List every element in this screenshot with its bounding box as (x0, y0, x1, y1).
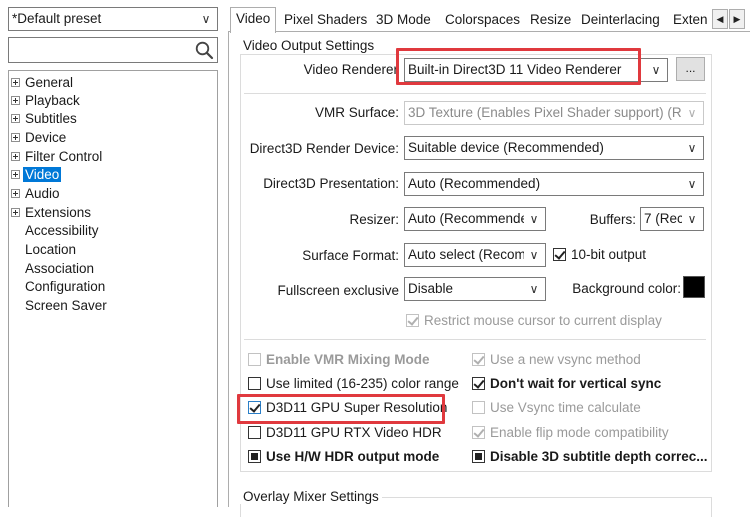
surface-format-dropdown[interactable]: Auto select (Recomi ∨ (404, 243, 546, 267)
super-resolution-highlight (237, 394, 445, 424)
plus-expander-icon[interactable] (11, 170, 20, 179)
tree-item-playback[interactable]: Playback (11, 92, 82, 110)
settings-tree[interactable]: General Playback Subtitles Device Filter… (8, 70, 218, 507)
overlay-mixer-group-title: Overlay Mixer Settings (240, 489, 382, 504)
chevron-down-icon: ∨ (529, 282, 539, 296)
scroll-right-icon[interactable]: ▶ (729, 9, 745, 29)
checkbox-indeterminate-icon (472, 450, 485, 463)
buffers-label: Buffers: (589, 212, 636, 227)
checkbox-indeterminate-icon (248, 450, 261, 463)
checkbox-icon (472, 401, 485, 414)
chevron-down-icon: ∨ (529, 248, 539, 262)
disable-3d-subtitle-checkbox[interactable]: Disable 3D subtitle depth correc... (472, 448, 708, 466)
video-renderer-label: Video Renderer (303, 62, 398, 77)
d3d-device-label: Direct3D Render Device: (249, 141, 399, 156)
vsync-calc-checkbox[interactable]: Use Vsync time calculate (472, 399, 641, 417)
tree-item-audio[interactable]: Audio (11, 185, 62, 203)
buffers-value: 7 (Reco (644, 211, 682, 226)
tab-colorspaces[interactable]: Colorspaces (440, 9, 525, 32)
tree-item-location[interactable]: Location (23, 241, 78, 259)
plus-expander-icon[interactable] (11, 96, 20, 105)
tree-item-extensions[interactable]: Extensions (11, 204, 93, 222)
hw-hdr-checkbox[interactable]: Use H/W HDR output mode (248, 448, 439, 466)
tree-item-screen-saver[interactable]: Screen Saver (23, 297, 109, 315)
background-color-swatch[interactable] (683, 276, 705, 298)
renderer-settings-button[interactable]: ... (676, 57, 705, 81)
d3d-presentation-label: Direct3D Presentation: (263, 176, 399, 191)
rtx-hdr-checkbox[interactable]: D3D11 GPU RTX Video HDR (248, 424, 442, 442)
plus-expander-icon[interactable] (11, 189, 20, 198)
d3d-device-value: Suitable device (Recommended) (408, 140, 604, 155)
tree-item-video[interactable]: Video (11, 166, 62, 184)
tab-pixel-shaders[interactable]: Pixel Shaders (279, 9, 372, 32)
fullscreen-exclusive-value: Disable (408, 281, 454, 296)
tab-extensions[interactable]: Exten (668, 9, 710, 32)
tab-resize[interactable]: Resize (525, 9, 576, 32)
tenbit-output-checkbox[interactable]: 10-bit output (553, 246, 646, 264)
search-input[interactable] (8, 37, 218, 63)
chevron-down-icon: ∨ (201, 12, 211, 26)
plus-expander-icon[interactable] (11, 152, 20, 161)
plus-expander-icon[interactable] (11, 133, 20, 142)
chevron-down-icon: ∨ (687, 106, 697, 120)
limited-range-checkbox[interactable]: Use limited (16-235) color range (248, 375, 459, 393)
tab-3d-mode[interactable]: 3D Mode (371, 9, 436, 32)
vmr-mixing-checkbox[interactable]: Enable VMR Mixing Mode (248, 351, 430, 369)
separator (244, 339, 706, 340)
preset-dropdown[interactable]: *Default preset ∨ (8, 7, 218, 31)
surface-format-value: Auto select (Recomi (408, 247, 524, 262)
vmr-surface-label: VMR Surface: (314, 105, 399, 120)
preset-value: *Default preset (12, 11, 102, 26)
tab-video[interactable]: Video (230, 7, 277, 33)
checkbox-checked-icon (472, 426, 485, 439)
restrict-mouse-checkbox[interactable]: Restrict mouse cursor to current display (406, 312, 662, 330)
checkbox-checked-icon (406, 314, 419, 327)
plus-expander-icon[interactable] (11, 114, 20, 123)
chevron-down-icon: ∨ (651, 63, 661, 77)
d3d-presentation-value: Auto (Recommended) (408, 176, 541, 191)
tree-item-device[interactable]: Device (11, 129, 68, 147)
scroll-left-icon[interactable]: ◀ (712, 9, 728, 29)
tree-item-configuration[interactable]: Configuration (23, 278, 107, 296)
plus-expander-icon[interactable] (11, 78, 20, 87)
video-output-group-title: Video Output Settings (240, 38, 378, 53)
checkbox-checked-icon (472, 377, 485, 390)
resizer-value: Auto (Recommende (408, 211, 524, 226)
tree-item-general[interactable]: General (11, 74, 75, 92)
chevron-down-icon: ∨ (687, 212, 697, 226)
resizer-label: Resizer: (349, 212, 399, 227)
checkbox-checked-icon (553, 248, 566, 261)
chevron-down-icon: ∨ (687, 177, 697, 191)
fullscreen-exclusive-label: Fullscreen exclusive (277, 283, 399, 298)
tree-item-accessibility[interactable]: Accessibility (23, 222, 101, 240)
checkbox-checked-icon (472, 353, 485, 366)
separator (244, 93, 706, 94)
tab-deinterlacing[interactable]: Deinterlacing (576, 9, 665, 32)
checkbox-icon (248, 426, 261, 439)
tree-item-subtitles[interactable]: Subtitles (11, 110, 79, 128)
renderer-highlight (396, 48, 641, 85)
d3d-device-dropdown[interactable]: Suitable device (Recommended) ∨ (404, 136, 704, 160)
tab-strip: Video Pixel Shaders 3D Mode Colorspaces … (228, 7, 750, 33)
resizer-dropdown[interactable]: Auto (Recommende ∨ (404, 207, 546, 231)
checkbox-icon (248, 353, 261, 366)
chevron-down-icon: ∨ (529, 212, 539, 226)
plus-expander-icon[interactable] (11, 208, 20, 217)
surface-format-label: Surface Format: (302, 248, 399, 263)
background-color-label: Background color: (572, 281, 681, 296)
vmr-surface-dropdown[interactable]: 3D Texture (Enables Pixel Shader support… (404, 101, 704, 125)
d3d-presentation-dropdown[interactable]: Auto (Recommended) ∨ (404, 172, 704, 196)
search-icon (195, 41, 214, 60)
buffers-dropdown[interactable]: 7 (Reco ∨ (640, 207, 704, 231)
chevron-down-icon: ∨ (687, 141, 697, 155)
no-wait-vsync-checkbox[interactable]: Don't wait for vertical sync (472, 375, 661, 393)
checkbox-icon (248, 377, 261, 390)
new-vsync-checkbox[interactable]: Use a new vsync method (472, 351, 641, 369)
vmr-surface-value: 3D Texture (Enables Pixel Shader support… (408, 105, 682, 120)
flip-mode-checkbox[interactable]: Enable flip mode compatibility (472, 424, 669, 442)
tree-item-filter-control[interactable]: Filter Control (11, 148, 104, 166)
tree-item-association[interactable]: Association (23, 260, 96, 278)
fullscreen-exclusive-dropdown[interactable]: Disable ∨ (404, 277, 546, 301)
